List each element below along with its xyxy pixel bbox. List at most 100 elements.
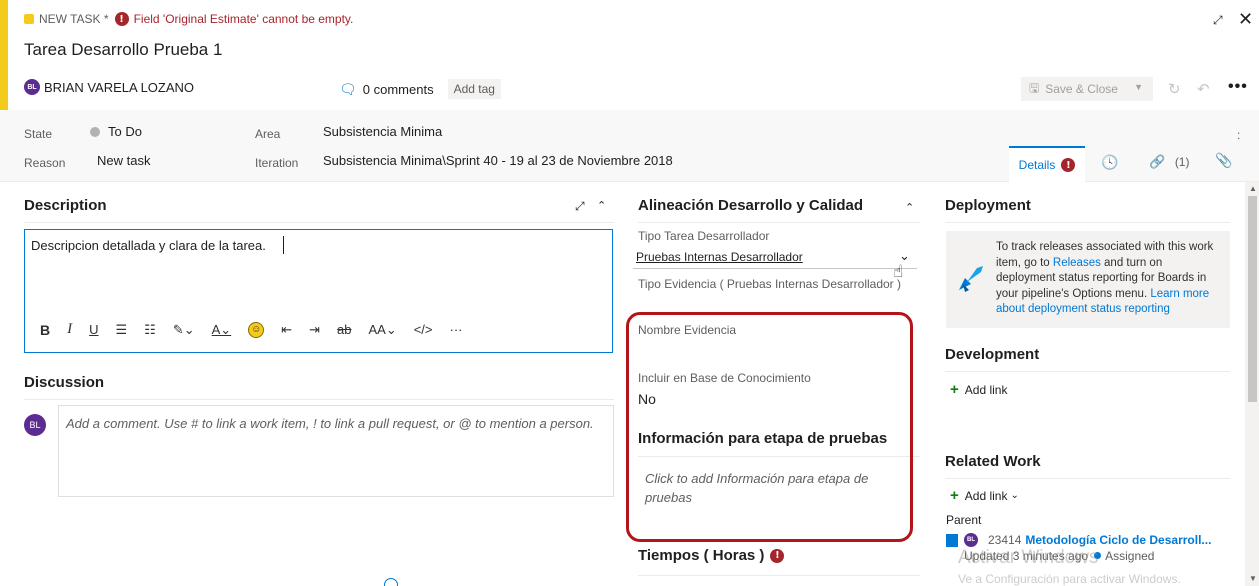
expand-dialog-icon[interactable]: ⤢ [1213, 13, 1223, 28]
alineacion-heading: Alineación Desarrollo y Calidad [638, 197, 864, 214]
work-item-icon [946, 533, 958, 547]
undo-icon[interactable]: ↶ [1197, 80, 1210, 98]
tiempos-heading: Tiempos ( Horas ) ! [638, 547, 789, 564]
deployment-message: To track releases associated with this w… [996, 240, 1224, 318]
scroll-down-icon[interactable]: ▼ [1249, 574, 1257, 583]
add-tag-button[interactable]: Add tag [447, 79, 501, 99]
avatar: BL [24, 79, 40, 95]
related-work-heading: Related Work [945, 453, 1041, 470]
work-item-type-accent-bar [0, 0, 8, 110]
tipo-evidencia-label: Tipo Evidencia ( Pruebas Internas Desarr… [638, 277, 902, 291]
releases-link[interactable]: Releases [1053, 257, 1101, 269]
tiempos-label: Tiempos ( Horas ) [638, 547, 765, 564]
code-icon[interactable]: </> [414, 322, 433, 337]
reason-value[interactable]: New task [97, 153, 150, 168]
validation-error-message: Field 'Original Estimate' cannot be empt… [133, 12, 354, 26]
increase-indent-icon[interactable]: ⇥ [309, 322, 320, 338]
description-heading: Description [24, 197, 107, 214]
chevron-up-icon[interactable]: ⌃ [597, 199, 606, 212]
error-icon: ! [114, 12, 129, 26]
rocket-deploy-icon [959, 266, 983, 292]
text-caret [283, 236, 284, 254]
font-color-icon[interactable]: A⌄ [212, 322, 232, 338]
tab-details-label: Details [1018, 158, 1056, 172]
save-icon: 🖫 [1029, 80, 1040, 95]
highlight-icon[interactable]: ✎⌄ [173, 322, 195, 338]
close-icon[interactable]: ✕ [1238, 9, 1253, 30]
add-link-label: Add link [964, 488, 1008, 503]
rich-text-toolbar: B I U ☰ ☷ ✎⌄ A⌄ ☺ ⇤ ⇥ ab AA⌄ </> ··· [40, 321, 480, 338]
task-icon [24, 14, 34, 24]
numbered-list-icon[interactable]: ☷ [144, 322, 156, 338]
development-heading: Development [945, 346, 1040, 363]
font-size-icon[interactable]: AA⌄ [368, 322, 396, 338]
chevron-down-icon: ⌄ [1010, 490, 1019, 501]
avatar: BL [964, 533, 978, 547]
bold-icon[interactable]: B [40, 322, 50, 338]
plus-icon: + [950, 487, 959, 504]
strikethrough-icon[interactable]: ab [337, 322, 351, 337]
add-link-label: Add link [964, 382, 1008, 397]
add-development-link-button[interactable]: + Add link [950, 381, 1007, 398]
tab-links[interactable]: 🔗 (1) [1149, 154, 1189, 170]
status-circle-icon [384, 578, 398, 586]
links-count: (1) [1174, 155, 1190, 169]
iteration-label: Iteration [255, 156, 299, 170]
save-close-label: Save & Close [1045, 82, 1118, 96]
discussion-heading: Discussion [24, 374, 105, 391]
scrollbar-thumb[interactable] [1248, 196, 1257, 402]
parent-title-link[interactable]: Metodología Ciclo de Desarroll... [1025, 533, 1211, 547]
work-item-title[interactable]: Tarea Desarrollo Prueba 1 [24, 40, 222, 60]
parent-label: Parent [946, 513, 982, 527]
state-value: To Do [108, 124, 142, 139]
comments-summary: 🗨 0 comments Add tag [339, 79, 501, 99]
work-item-type-label: NEW TASK * [39, 12, 109, 26]
divider [24, 222, 614, 223]
chevron-up-icon[interactable]: ⌃ [905, 201, 914, 214]
iteration-value[interactable]: Subsistencia Minima\Sprint 40 - 19 al 23… [323, 153, 673, 168]
italic-icon[interactable]: I [67, 321, 72, 338]
area-label: Area [255, 127, 281, 141]
tipo-tarea-label: Tipo Tarea Desarrollador [638, 229, 770, 243]
divider [24, 399, 614, 400]
state-field[interactable]: To Do [90, 124, 142, 139]
save-close-button[interactable]: 🖫 Save & Close ▼ [1021, 77, 1153, 101]
comments-count[interactable]: 0 comments [363, 82, 434, 97]
parent-work-item[interactable]: BL 23414 Metodología Ciclo de Desarroll.… [946, 533, 1211, 547]
divider [638, 222, 920, 223]
avatar: BL [24, 414, 46, 436]
area-value[interactable]: Subsistencia Minima [323, 124, 442, 139]
more-actions-icon[interactable]: ••• [1228, 78, 1248, 96]
assigned-to-field[interactable]: BL BRIAN VARELA LOZANO [24, 79, 194, 95]
attachment-icon[interactable]: 📎 [1215, 152, 1232, 169]
maximize-icon[interactable]: ⤢ [575, 199, 585, 214]
state-color-dot [90, 126, 100, 137]
highlight-annotation [626, 312, 913, 542]
deployment-heading: Deployment [945, 197, 1031, 214]
more-fields-icon[interactable]: : [1237, 128, 1240, 142]
tipo-tarea-value[interactable]: Pruebas Internas Desarrollador [636, 250, 803, 264]
link-icon: 🔗 [1149, 154, 1166, 169]
scroll-up-icon[interactable]: ▲ [1249, 184, 1257, 193]
underline-icon[interactable]: U [89, 322, 98, 337]
description-text[interactable]: Descripcion detallada y clara de la tare… [31, 238, 266, 253]
reason-label: Reason [24, 156, 66, 170]
comment-icon: 🗨 [339, 80, 357, 97]
windows-activation-watermark: Activar Windows [958, 547, 1099, 568]
add-related-link-button[interactable]: + Add link ⌄ [950, 487, 1019, 504]
status-line: NEW TASK * ! Field 'Original Estimate' c… [24, 12, 353, 26]
divider [638, 575, 920, 576]
history-icon[interactable]: 🕓 [1101, 154, 1118, 171]
tab-details[interactable]: Details ! [1009, 146, 1085, 182]
refresh-icon[interactable]: ↻ [1168, 80, 1181, 98]
decrease-indent-icon[interactable]: ⇤ [281, 322, 292, 338]
error-icon: ! [1061, 158, 1076, 172]
bullet-list-icon[interactable]: ☰ [116, 322, 128, 338]
more-formatting-icon[interactable]: ··· [450, 322, 463, 337]
emoji-icon[interactable]: ☺ [248, 321, 265, 338]
divider [945, 478, 1230, 479]
plus-icon: + [950, 381, 959, 398]
divider [945, 371, 1230, 372]
assignee-name: BRIAN VARELA LOZANO [44, 79, 195, 95]
chevron-down-icon[interactable]: ▼ [1134, 82, 1143, 92]
